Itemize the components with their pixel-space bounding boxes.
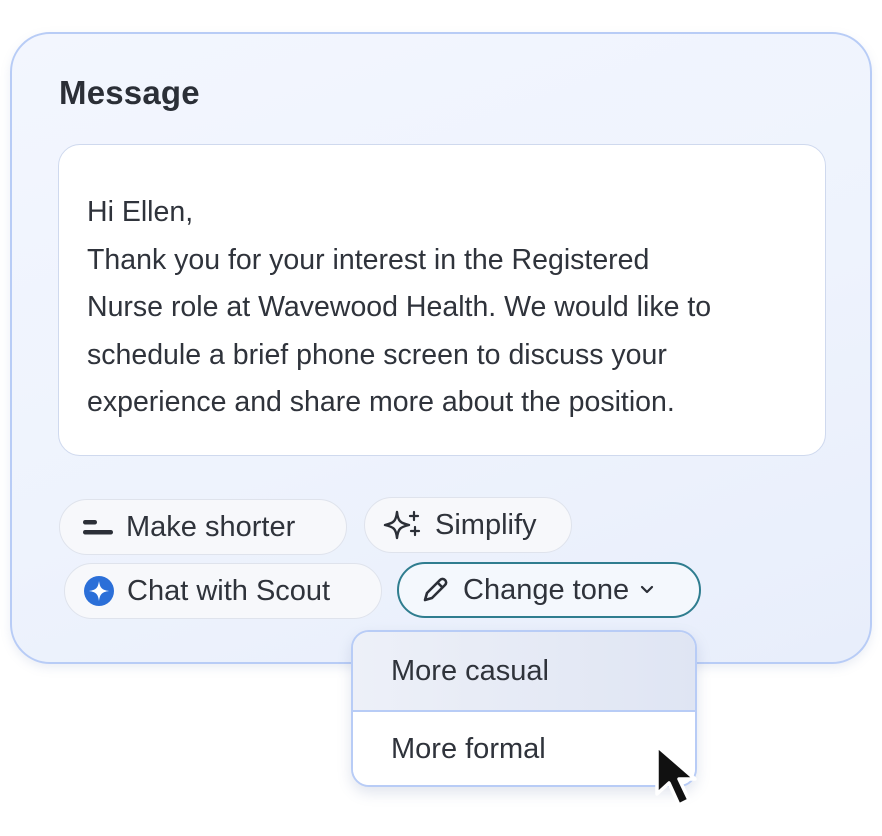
menu-item-label: More casual bbox=[391, 654, 549, 687]
stage: Message Hi Ellen, Thank you for your int… bbox=[0, 0, 882, 836]
sparkle-icon bbox=[383, 509, 423, 541]
change-tone-label: Change tone bbox=[463, 573, 630, 606]
make-shorter-button[interactable]: Make shorter bbox=[59, 499, 347, 555]
tone-dropdown-menu: More casual More formal bbox=[351, 630, 697, 787]
message-textarea[interactable]: Hi Ellen, Thank you for your interest in… bbox=[58, 144, 826, 456]
message-card: Message Hi Ellen, Thank you for your int… bbox=[10, 32, 872, 664]
change-tone-button[interactable]: Change tone bbox=[397, 562, 701, 618]
chevron-down-icon bbox=[639, 584, 655, 596]
menu-item-more-formal[interactable]: More formal bbox=[353, 712, 695, 785]
menu-item-more-casual[interactable]: More casual bbox=[353, 632, 695, 712]
card-title: Message bbox=[59, 74, 200, 111]
simplify-label: Simplify bbox=[435, 508, 537, 541]
message-greeting: Hi Ellen, bbox=[87, 196, 194, 228]
pencil-icon bbox=[419, 574, 451, 606]
chat-with-scout-label: Chat with Scout bbox=[127, 574, 331, 607]
message-line: experience and share more about the posi… bbox=[87, 386, 675, 418]
menu-item-label: More formal bbox=[391, 733, 546, 765]
message-line: schedule a brief phone screen to discuss… bbox=[87, 338, 667, 371]
scout-star-icon bbox=[83, 575, 115, 607]
chat-with-scout-button[interactable]: Chat with Scout bbox=[64, 563, 382, 619]
message-line: Thank you for your interest in the Regis… bbox=[87, 243, 650, 276]
mouse-cursor-icon bbox=[652, 742, 722, 817]
simplify-button[interactable]: Simplify bbox=[364, 497, 572, 553]
short-lines-icon bbox=[82, 516, 114, 538]
make-shorter-label: Make shorter bbox=[126, 510, 296, 543]
message-line: Nurse role at Wavewood Health. We would … bbox=[87, 291, 712, 323]
